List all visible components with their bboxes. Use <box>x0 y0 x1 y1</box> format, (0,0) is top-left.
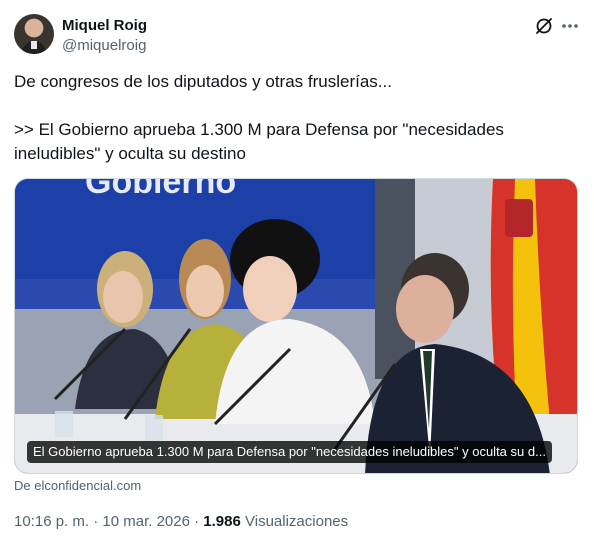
card-caption[interactable]: El Gobierno aprueba 1.300 M para Defensa… <box>27 441 552 463</box>
tweet-header: Miquel Roig @miquelroig <box>14 14 580 58</box>
views-count: 1.986 <box>203 513 241 530</box>
backdrop-text: Gobierno <box>85 179 236 201</box>
tweet-text: De congresos de los diputados y otras fr… <box>14 70 580 166</box>
views-label: Visualizaciones <box>245 513 349 530</box>
card-source[interactable]: De elconfidencial.com <box>14 478 141 493</box>
more-horizontal-icon[interactable] <box>560 16 580 36</box>
tweet-time[interactable]: 10:16 p. m. <box>14 513 89 530</box>
avatar[interactable] <box>14 14 54 54</box>
author-handle[interactable]: @miquelroig <box>62 37 146 54</box>
tweet-line-3: ineludibles" y oculta su destino <box>14 144 246 163</box>
meta-separator-2: · <box>194 513 200 530</box>
link-card[interactable]: Gobierno El Gobierno aprueba 1.300 M par… <box>14 178 578 474</box>
meta-separator: · <box>93 513 99 530</box>
card-image: Gobierno <box>15 179 577 473</box>
tweet-line-2: >> El Gobierno aprueba 1.300 M para Defe… <box>14 120 504 139</box>
tweet-meta: 10:16 p. m. · 10 mar. 2026 · 1.986 Visua… <box>14 513 348 530</box>
tweet-line-1: De congresos de los diputados y otras fr… <box>14 72 392 91</box>
tweet-line-gap <box>14 94 580 118</box>
avatar-collar <box>31 41 37 49</box>
tweet-date[interactable]: 10 mar. 2026 <box>102 513 190 530</box>
author-name[interactable]: Miquel Roig <box>62 17 147 34</box>
grok-icon[interactable] <box>534 16 554 36</box>
